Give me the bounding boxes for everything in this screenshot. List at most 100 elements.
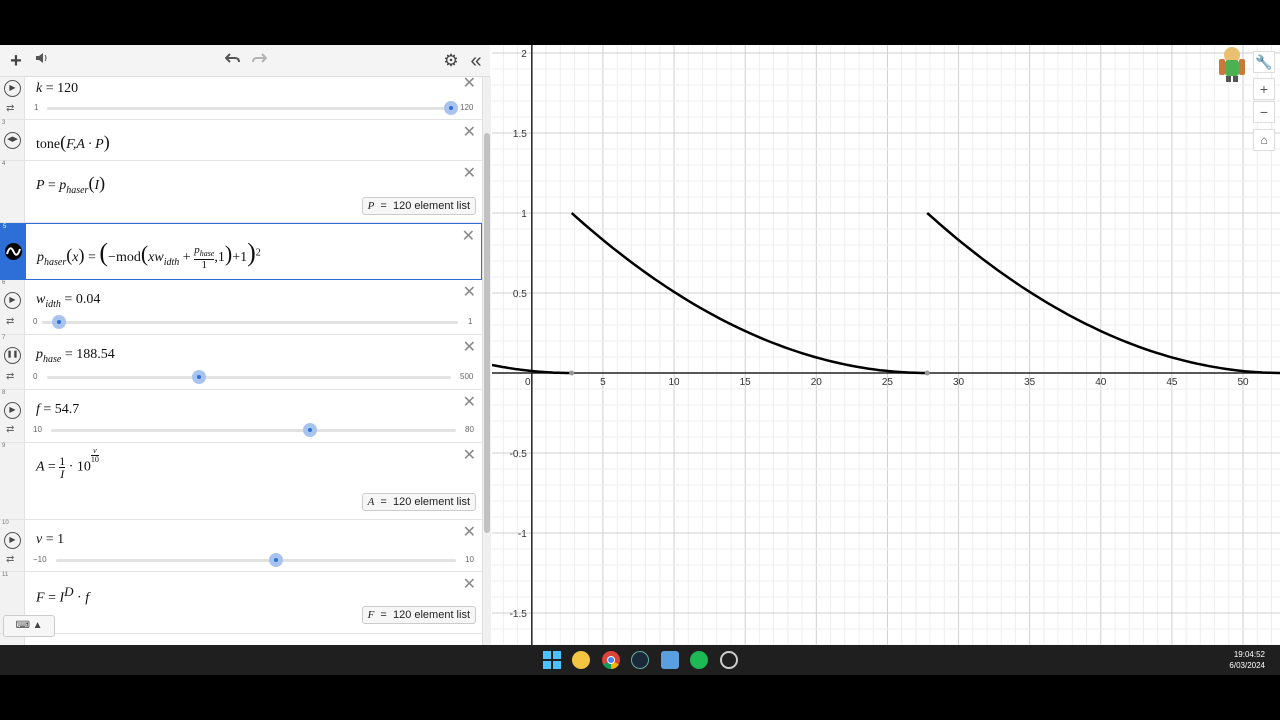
slider-max: 500: [460, 372, 474, 381]
row-index: 10: [2, 520, 9, 526]
expression-row-phaser[interactable]: 5 phaser(x) = (−mod(xwidth + phase 1,1)+1…: [0, 223, 482, 280]
gear-icon[interactable]: ⚙: [442, 51, 460, 71]
slider-v[interactable]: [56, 553, 456, 567]
y-tick-label: 0.5: [513, 289, 527, 300]
expression-k[interactable]: k = 120: [36, 81, 78, 97]
slider-phase[interactable]: [47, 370, 451, 384]
x-tick-label: 50: [1237, 377, 1249, 388]
slider-max: 120: [460, 103, 474, 112]
expression-F[interactable]: F = ID · f: [36, 584, 89, 607]
slider-k[interactable]: [47, 101, 458, 115]
row-gutter: ▶ ⇄: [0, 77, 25, 119]
row-gutter: 4: [0, 161, 25, 222]
slider-handle[interactable]: [302, 423, 317, 437]
delete-icon[interactable]: ✕: [463, 77, 476, 92]
scrollbar-thumb[interactable]: [484, 133, 490, 533]
graph-canvas[interactable]: 0 5 10 15 20 25 30 35 40 45 50 2 1.5 1 0.5 -0.5 -1 -1.5: [492, 45, 1280, 645]
expression-row-k[interactable]: ▶ ⇄ k = 120 ✕ 1 120: [0, 77, 482, 120]
graph-paper[interactable]: 0 5 10 15 20 25 30 35 40 45 50 2 1.5 1 0.5 -0.5 -1 -1.5: [492, 45, 1280, 645]
expression-width[interactable]: width = 0.04: [36, 292, 100, 310]
double-chevron-left-icon[interactable]: «: [466, 51, 486, 71]
redo-icon[interactable]: [250, 51, 268, 71]
x-tick-label: 15: [740, 377, 752, 388]
slider-width[interactable]: [42, 315, 458, 329]
expression-phase[interactable]: phase = 188.54: [36, 347, 115, 365]
expression-row-tone[interactable]: 3 ◀▶ tone(F,A · P) ✕: [0, 120, 482, 161]
expression-phaser[interactable]: phaser(x) = (−mod(xwidth + phase 1,1)+1)2: [37, 238, 261, 271]
slider-min: −10: [33, 555, 47, 564]
play-icon[interactable]: ▶: [4, 292, 21, 309]
slider-f[interactable]: [51, 423, 456, 437]
expression-A[interactable]: A = 1I · 10 v 10: [36, 447, 99, 480]
expression-row-A[interactable]: 9 A = 1I · 10 v 10 ✕ A = 120 element list: [0, 443, 482, 520]
y-tick-label: -1: [518, 529, 527, 540]
loop-icon[interactable]: ⇄: [6, 371, 14, 382]
expression-row-f[interactable]: 8 ▶ ⇄ f = 54.7 ✕ 10 80: [0, 390, 482, 443]
play-icon[interactable]: ▶: [4, 402, 21, 419]
expression-row-width[interactable]: 6 ▶ ⇄ width = 0.04 ✕ 0 1: [0, 280, 482, 335]
y-tick-label: -1.5: [510, 609, 528, 620]
row-index: 3: [2, 120, 6, 126]
zoom-out-button[interactable]: −: [1253, 101, 1275, 123]
screen: + ⚙ « ▶ ⇄ k = 120 ✕ 1 120 3 ◀▶ tone(F,A …: [0, 0, 1280, 720]
play-icon[interactable]: ▶: [4, 532, 21, 549]
pause-icon[interactable]: ❚❚: [4, 347, 21, 364]
row-index: 9: [2, 443, 6, 449]
plus-icon[interactable]: +: [8, 51, 24, 71]
delete-icon[interactable]: ✕: [463, 163, 476, 182]
spotify-icon[interactable]: [690, 651, 708, 669]
expression-row-next[interactable]: [0, 634, 482, 645]
delete-icon[interactable]: ✕: [462, 226, 475, 245]
row-gutter: 3 ◀▶: [0, 120, 25, 160]
expression-row-F[interactable]: 11 F = ID · f ✕ F = 120 element list: [0, 572, 482, 634]
delete-icon[interactable]: ✕: [463, 445, 476, 464]
keyboard-toggle-button[interactable]: ⌨ ▲: [3, 615, 55, 637]
photos-icon[interactable]: [661, 651, 679, 669]
x-tick-label: 25: [882, 377, 894, 388]
expression-f[interactable]: f = 54.7: [36, 402, 79, 418]
steam-icon[interactable]: [631, 651, 649, 669]
expression-P[interactable]: P = phaser(I): [36, 173, 105, 196]
undo-icon[interactable]: [224, 51, 242, 71]
expression-tone[interactable]: tone(F,A · P): [36, 132, 110, 153]
expression-v[interactable]: v = 1: [36, 532, 64, 548]
loop-icon[interactable]: ⇄: [6, 316, 14, 327]
wrench-icon[interactable]: 🔧: [1253, 51, 1275, 73]
loop-icon[interactable]: ⇄: [6, 554, 14, 565]
obs-icon[interactable]: [720, 651, 738, 669]
delete-icon[interactable]: ✕: [463, 392, 476, 411]
audio-wave-icon[interactable]: [4, 242, 23, 261]
x-tick-label: 35: [1024, 377, 1036, 388]
delete-icon[interactable]: ✕: [463, 282, 476, 301]
expression-row-phase[interactable]: 7 ❚❚ ⇄ phase = 188.54 ✕ 0 500: [0, 335, 482, 390]
loop-icon[interactable]: ⇄: [6, 424, 14, 435]
windows-taskbar: 19:04:52 6/03/2024: [0, 645, 1280, 675]
slider-handle[interactable]: [269, 553, 283, 567]
delete-icon[interactable]: ✕: [463, 522, 476, 541]
zoom-in-button[interactable]: +: [1253, 78, 1275, 100]
expression-row-P[interactable]: 4 P = phaser(I) ✕ P = 120 element list: [0, 161, 482, 223]
expression-row-v[interactable]: 10 ▶ ⇄ v = 1 ✕ −10 10: [0, 520, 482, 572]
slider-handle[interactable]: [51, 315, 66, 329]
delete-icon[interactable]: ✕: [463, 337, 476, 356]
row-gutter: 9: [0, 443, 25, 519]
file-explorer-icon[interactable]: [572, 651, 590, 669]
row-index: 4: [2, 161, 6, 167]
row-gutter: 5: [1, 224, 26, 279]
loop-icon[interactable]: ⇄: [6, 103, 14, 114]
expression-scrollbar[interactable]: [482, 77, 491, 645]
speaker-icon[interactable]: [34, 51, 50, 71]
delete-icon[interactable]: ✕: [463, 574, 476, 593]
list-badge-A: A = 120 element list: [361, 493, 476, 511]
delete-icon[interactable]: ✕: [463, 122, 476, 141]
home-icon[interactable]: ⌂: [1253, 129, 1275, 151]
chrome-icon[interactable]: [602, 651, 620, 669]
windows-start-icon[interactable]: [543, 651, 561, 669]
audio-wave-icon[interactable]: ◀▶: [4, 132, 21, 149]
list-badge-P: P = 120 element list: [361, 197, 476, 215]
row-index: 5: [3, 224, 7, 230]
slider-handle[interactable]: [192, 370, 207, 384]
play-icon[interactable]: ▶: [4, 80, 21, 97]
x-tick-label: 5: [600, 377, 606, 388]
slider-handle[interactable]: [444, 101, 458, 115]
